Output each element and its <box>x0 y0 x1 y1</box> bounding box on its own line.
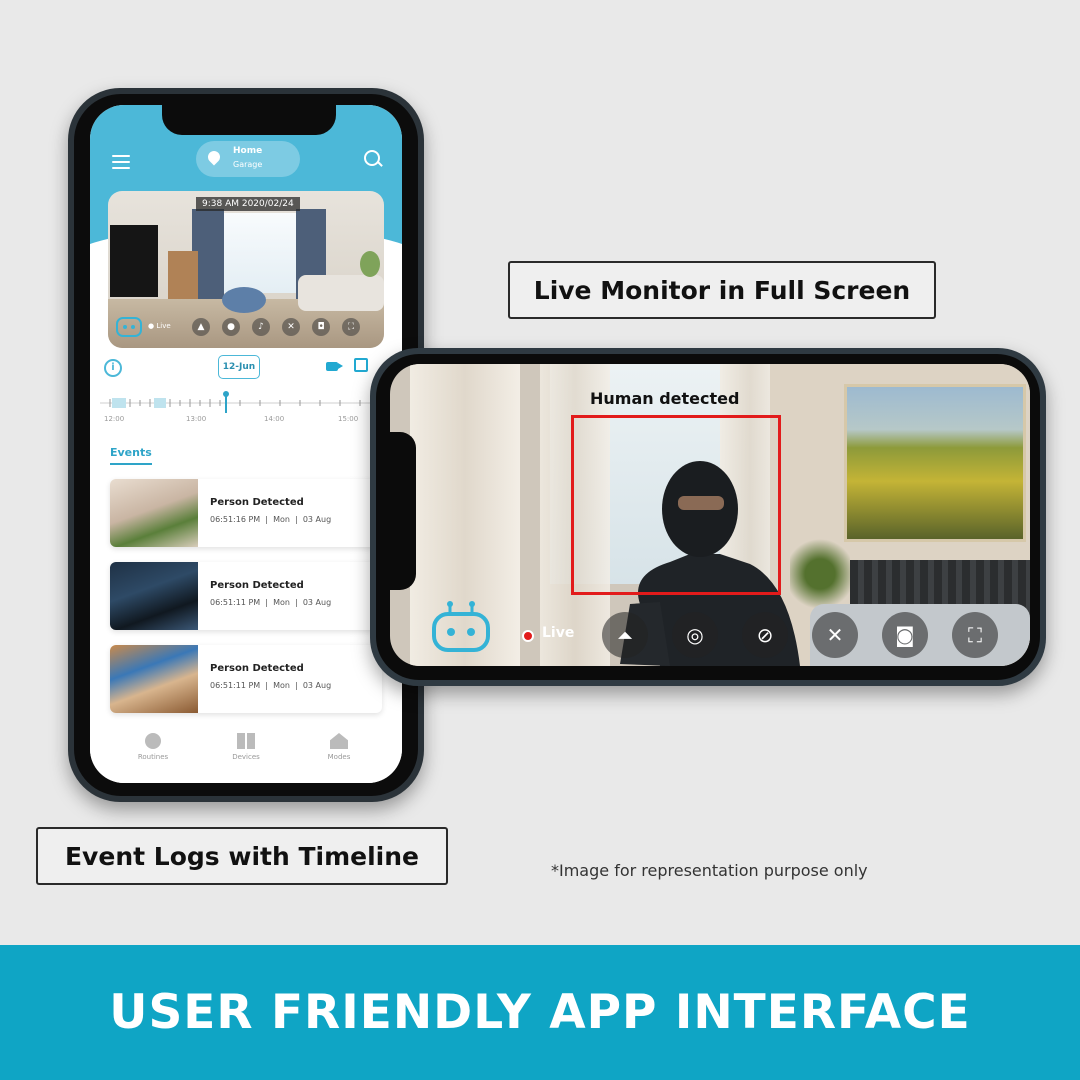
phone-notch <box>162 101 336 135</box>
mute-speaker-button[interactable]: ✕ <box>812 612 858 658</box>
detection-box <box>571 415 781 595</box>
timeline-time: 14:00 <box>264 415 285 423</box>
snapshot-button[interactable]: ◙ <box>882 612 928 658</box>
app-screen: Home Garage 9:38 AM 2020/02/24 ● Live ▲ … <box>90 105 402 783</box>
event-title: Person Detected <box>210 580 304 591</box>
mute-mic-icon: ⊘ <box>756 623 774 647</box>
live-monitor-callout-text: Live Monitor in Full Screen <box>533 275 911 305</box>
banner-text: USER FRIENDLY APP INTERFACE <box>109 985 971 1040</box>
location-pin-icon <box>205 148 223 166</box>
event-meta: 06:51:16 PM | Mon | 03 Aug <box>210 515 332 524</box>
robot-logo-icon <box>116 317 142 337</box>
mute-speaker-icon: ✕ <box>826 623 844 647</box>
nav-label: Modes <box>327 753 351 761</box>
record-icon[interactable]: ● <box>222 318 240 336</box>
live-label: Live <box>542 625 575 641</box>
events-heading: Events <box>110 446 152 459</box>
home-icon <box>330 733 348 749</box>
nav-routines[interactable]: Routines <box>118 733 188 761</box>
nav-label: Routines <box>137 753 169 761</box>
live-label: ● Live <box>148 322 171 330</box>
event-title: Person Detected <box>210 663 304 674</box>
event-card[interactable]: Person Detected 06:51:11 PM | Mon | 03 A… <box>110 562 382 630</box>
clock-icon <box>145 733 161 749</box>
timeline-toolbar: i 12-Jun <box>90 353 402 383</box>
event-logs-callout-text: Event Logs with Timeline <box>64 841 419 871</box>
siren-button[interactable]: ⏶ <box>602 612 648 658</box>
record-icon: ◎ <box>686 623 704 647</box>
date-picker[interactable]: 12-Jun <box>218 355 260 379</box>
location-subtitle: Garage <box>233 160 263 169</box>
info-icon[interactable]: i <box>104 359 122 377</box>
nav-devices[interactable]: Devices <box>211 733 281 761</box>
nav-label: Devices <box>232 753 260 761</box>
event-card[interactable]: Person Detected 06:51:11 PM | Mon | 03 A… <box>110 645 382 713</box>
fullscreen-button[interactable]: ⛶ <box>952 612 998 658</box>
event-logs-callout: Event Logs with Timeline <box>36 827 448 885</box>
landscape-notch <box>386 432 416 590</box>
live-indicator: Live <box>512 622 576 646</box>
search-icon[interactable] <box>364 150 380 166</box>
live-dot-icon <box>522 630 534 642</box>
event-thumbnail <box>110 645 198 713</box>
location-title: Home <box>233 146 263 156</box>
camera-preview[interactable]: 9:38 AM 2020/02/24 ● Live ▲ ● ♪ ✕ ◘ ⛶ <box>108 191 384 348</box>
fullscreen-icon: ⛶ <box>968 623 982 647</box>
mute-mic-button[interactable]: ⊘ <box>742 612 788 658</box>
camera-timestamp: 9:38 AM 2020/02/24 <box>196 197 300 211</box>
nav-modes[interactable]: Modes <box>304 733 374 761</box>
timeline-time: 15:00 <box>338 415 359 423</box>
camera-snapshot-icon: ◙ <box>895 623 915 647</box>
footer-banner: USER FRIENDLY APP INTERFACE <box>0 945 1080 1080</box>
timeline-time: 13:00 <box>186 415 207 423</box>
mute-speaker-icon[interactable]: ✕ <box>282 318 300 336</box>
bottom-nav: Routines Devices Modes <box>90 725 402 783</box>
siren-icon: ⏶ <box>617 623 633 647</box>
wall-painting <box>844 384 1026 542</box>
calendar-icon[interactable] <box>354 358 368 372</box>
event-thumbnail <box>110 479 198 547</box>
timeline-time: 12:00 <box>104 415 125 423</box>
siren-icon[interactable]: ▲ <box>192 318 210 336</box>
event-title: Person Detected <box>210 497 304 508</box>
grid-icon <box>237 733 255 749</box>
camera-snapshot-icon[interactable]: ◘ <box>312 318 330 336</box>
footnote: *Image for representation purpose only <box>551 861 868 880</box>
detection-label: Human detected <box>590 389 740 408</box>
hamburger-menu-icon[interactable] <box>112 155 130 173</box>
video-icon[interactable] <box>326 362 343 371</box>
mute-mic-icon[interactable]: ♪ <box>252 318 270 336</box>
event-thumbnail <box>110 562 198 630</box>
fullscreen-icon[interactable]: ⛶ <box>342 318 360 336</box>
timeline-scrubber[interactable] <box>100 391 392 415</box>
event-card[interactable]: Person Detected 06:51:16 PM | Mon | 03 A… <box>110 479 382 547</box>
camera-controls: ● Live ▲ ● ♪ ✕ ◘ ⛶ <box>108 313 384 343</box>
event-meta: 06:51:11 PM | Mon | 03 Aug <box>210 598 332 607</box>
record-button[interactable]: ◎ <box>672 612 718 658</box>
live-monitor-callout: Live Monitor in Full Screen <box>508 261 936 319</box>
robot-logo-icon <box>432 601 490 652</box>
location-selector[interactable]: Home Garage <box>196 141 300 177</box>
event-meta: 06:51:11 PM | Mon | 03 Aug <box>210 681 332 690</box>
